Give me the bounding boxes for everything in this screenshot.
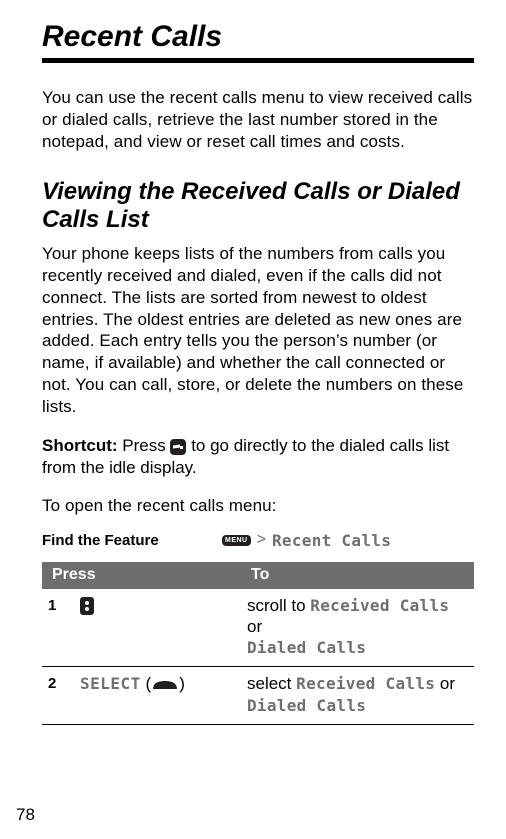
open-prompt: To open the recent calls menu: <box>42 495 474 517</box>
softkey-label: SELECT <box>80 674 141 693</box>
scroll-key-icon <box>80 597 94 615</box>
softkey-icon <box>151 679 179 691</box>
to-mid: or <box>247 617 262 636</box>
breadcrumb-gt: > <box>257 531 266 549</box>
to-before: scroll to <box>247 596 310 615</box>
to-mono-1: Received Calls <box>296 674 435 693</box>
rule-divider <box>42 58 474 63</box>
chapter-title: Recent Calls <box>42 20 474 54</box>
action-cell: scroll to Received Calls or Dialed Calls <box>241 589 474 667</box>
step-number: 1 <box>42 589 74 667</box>
paren: ) <box>179 674 185 693</box>
th-to: To <box>241 562 474 589</box>
section-title: Viewing the Received Calls or Dialed Cal… <box>42 178 474 233</box>
send-key-icon <box>170 439 186 455</box>
press-cell <box>74 589 241 667</box>
action-cell: select Received Calls or Dialed Calls <box>241 667 474 725</box>
find-feature-label: Find the Feature <box>42 532 222 549</box>
shortcut-label: Shortcut: <box>42 436 118 455</box>
table-row: 2 SELECT () select Received Calls or Dia… <box>42 667 474 725</box>
table-row: 1 scroll to Received Calls or Dialed Cal… <box>42 589 474 667</box>
menu-item-label: Recent Calls <box>272 531 391 550</box>
section-body: Your phone keeps lists of the numbers fr… <box>42 243 474 417</box>
intro-text: You can use the recent calls menu to vie… <box>42 87 474 152</box>
page-number: 78 <box>16 805 35 825</box>
find-feature-row: Find the Feature MENU > Recent Calls <box>42 531 474 550</box>
menu-key-icon: MENU <box>222 535 251 546</box>
to-mono-2: Dialed Calls <box>247 638 366 657</box>
shortcut-line: Shortcut: Press to go directly to the di… <box>42 435 474 479</box>
to-mono-1: Received Calls <box>310 596 449 615</box>
menu-path: MENU > Recent Calls <box>222 531 391 550</box>
to-mid: or <box>435 674 455 693</box>
step-number: 2 <box>42 667 74 725</box>
press-cell: SELECT () <box>74 667 241 725</box>
to-mono-2: Dialed Calls <box>247 696 366 715</box>
shortcut-text-before: Press <box>122 436 170 455</box>
to-before: select <box>247 674 296 693</box>
th-press: Press <box>42 562 241 589</box>
steps-table: Press To 1 scroll to Received Calls or D… <box>42 562 474 725</box>
